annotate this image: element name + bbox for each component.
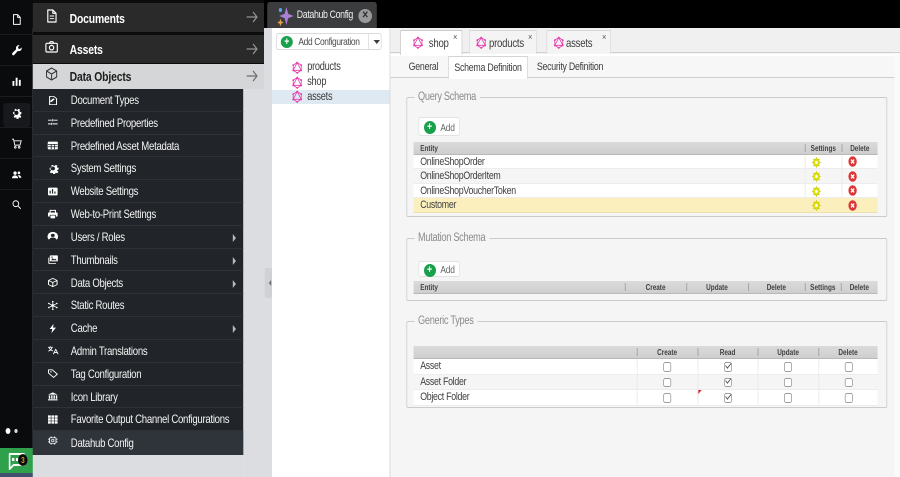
svg-text:3: 3 — [21, 455, 25, 465]
